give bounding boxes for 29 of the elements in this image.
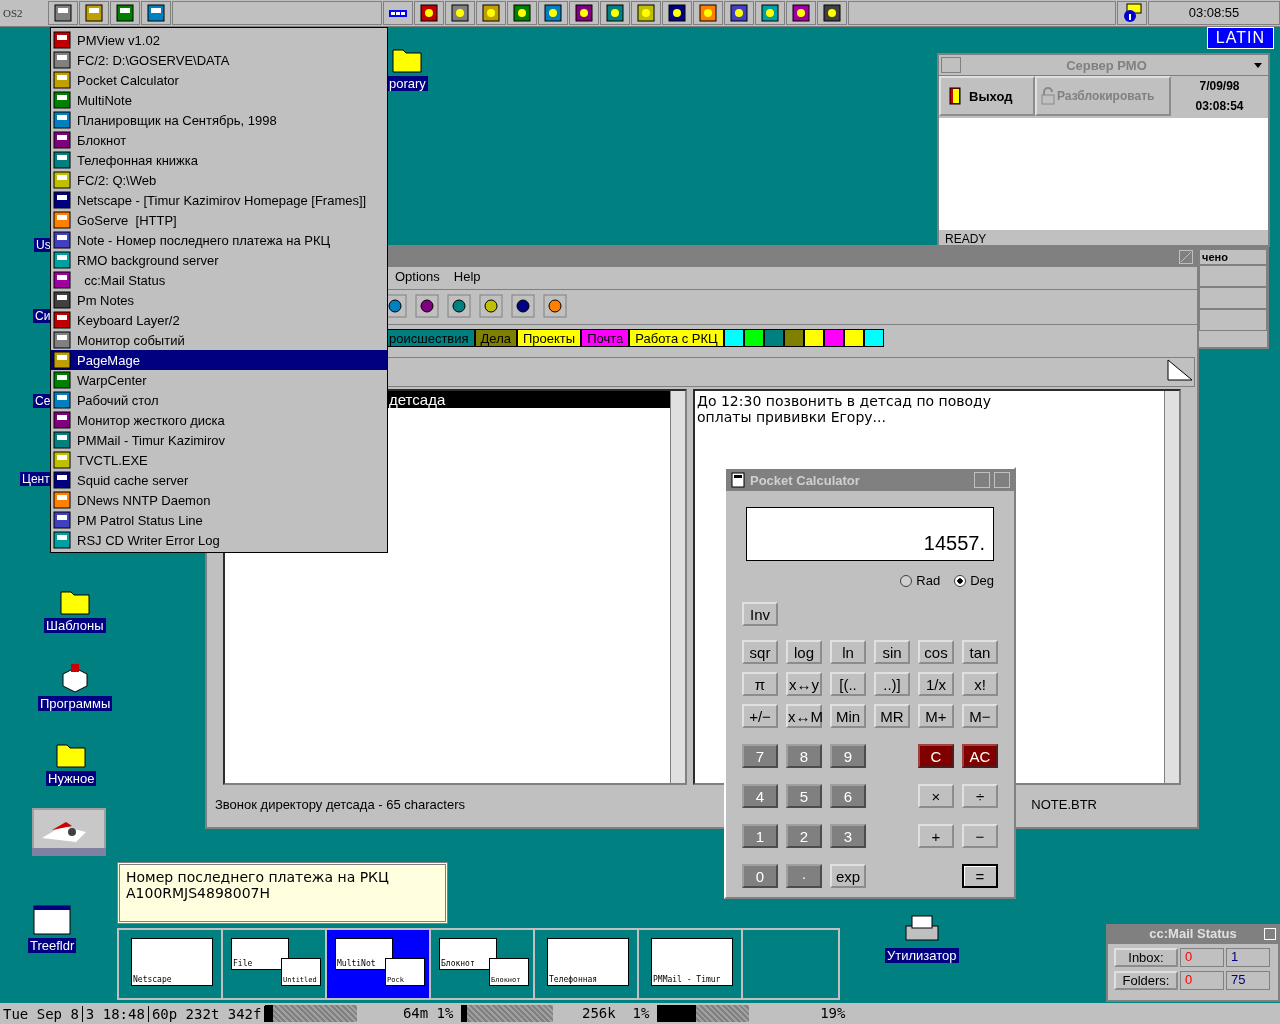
meter-reading: 64m 1% — [357, 1005, 462, 1022]
count-cell: 75 — [1226, 971, 1270, 990]
status-text: READY — [944, 232, 988, 246]
window-title: Pocket Calculator — [750, 472, 861, 488]
file-name: NOTE.BTR — [1031, 797, 1097, 812]
thumbnail-label: MultiNot — [335, 938, 393, 970]
date-text: 7/09/98 — [1199, 79, 1240, 93]
meter-reading: 19% — [749, 1005, 854, 1022]
window-title: cc:Mail Status — [1149, 926, 1237, 943]
thumbnail-label: Netscape — [131, 938, 213, 986]
count-cell: 0 — [1180, 971, 1224, 990]
status-text: Звонок директору детсада - 65 characters — [215, 797, 465, 812]
meter-reading: 256k 1% — [553, 1005, 658, 1022]
thumbnail-label: PMMail - Timur — [651, 938, 733, 986]
clock: 03:08:55 — [1148, 1, 1280, 25]
note-text: До 12:30 позвонить в детсад по поводу оплаты прививки Егору... — [697, 393, 992, 425]
date-text: Tue Sep 8 — [0, 1005, 83, 1022]
note-line: Номер последнего платежа на РКЦ — [126, 869, 390, 885]
time-text: 03:08:54 — [1195, 99, 1244, 113]
note-line: A100RMJS4898007H — [126, 885, 271, 901]
column-header: чено — [1199, 249, 1267, 265]
calculator-display: 14557. — [746, 507, 994, 561]
time-text: 3 18:48 — [82, 1005, 149, 1022]
count-cell: 0 — [1180, 948, 1224, 967]
count-cell: 1 — [1226, 948, 1270, 967]
thumbnail-label: File — [231, 938, 289, 970]
thumbnail-label: Блокнот — [439, 938, 497, 970]
thumbnail-label: Телефонная — [547, 938, 629, 986]
window-title: Сервер РМО — [1065, 57, 1148, 73]
